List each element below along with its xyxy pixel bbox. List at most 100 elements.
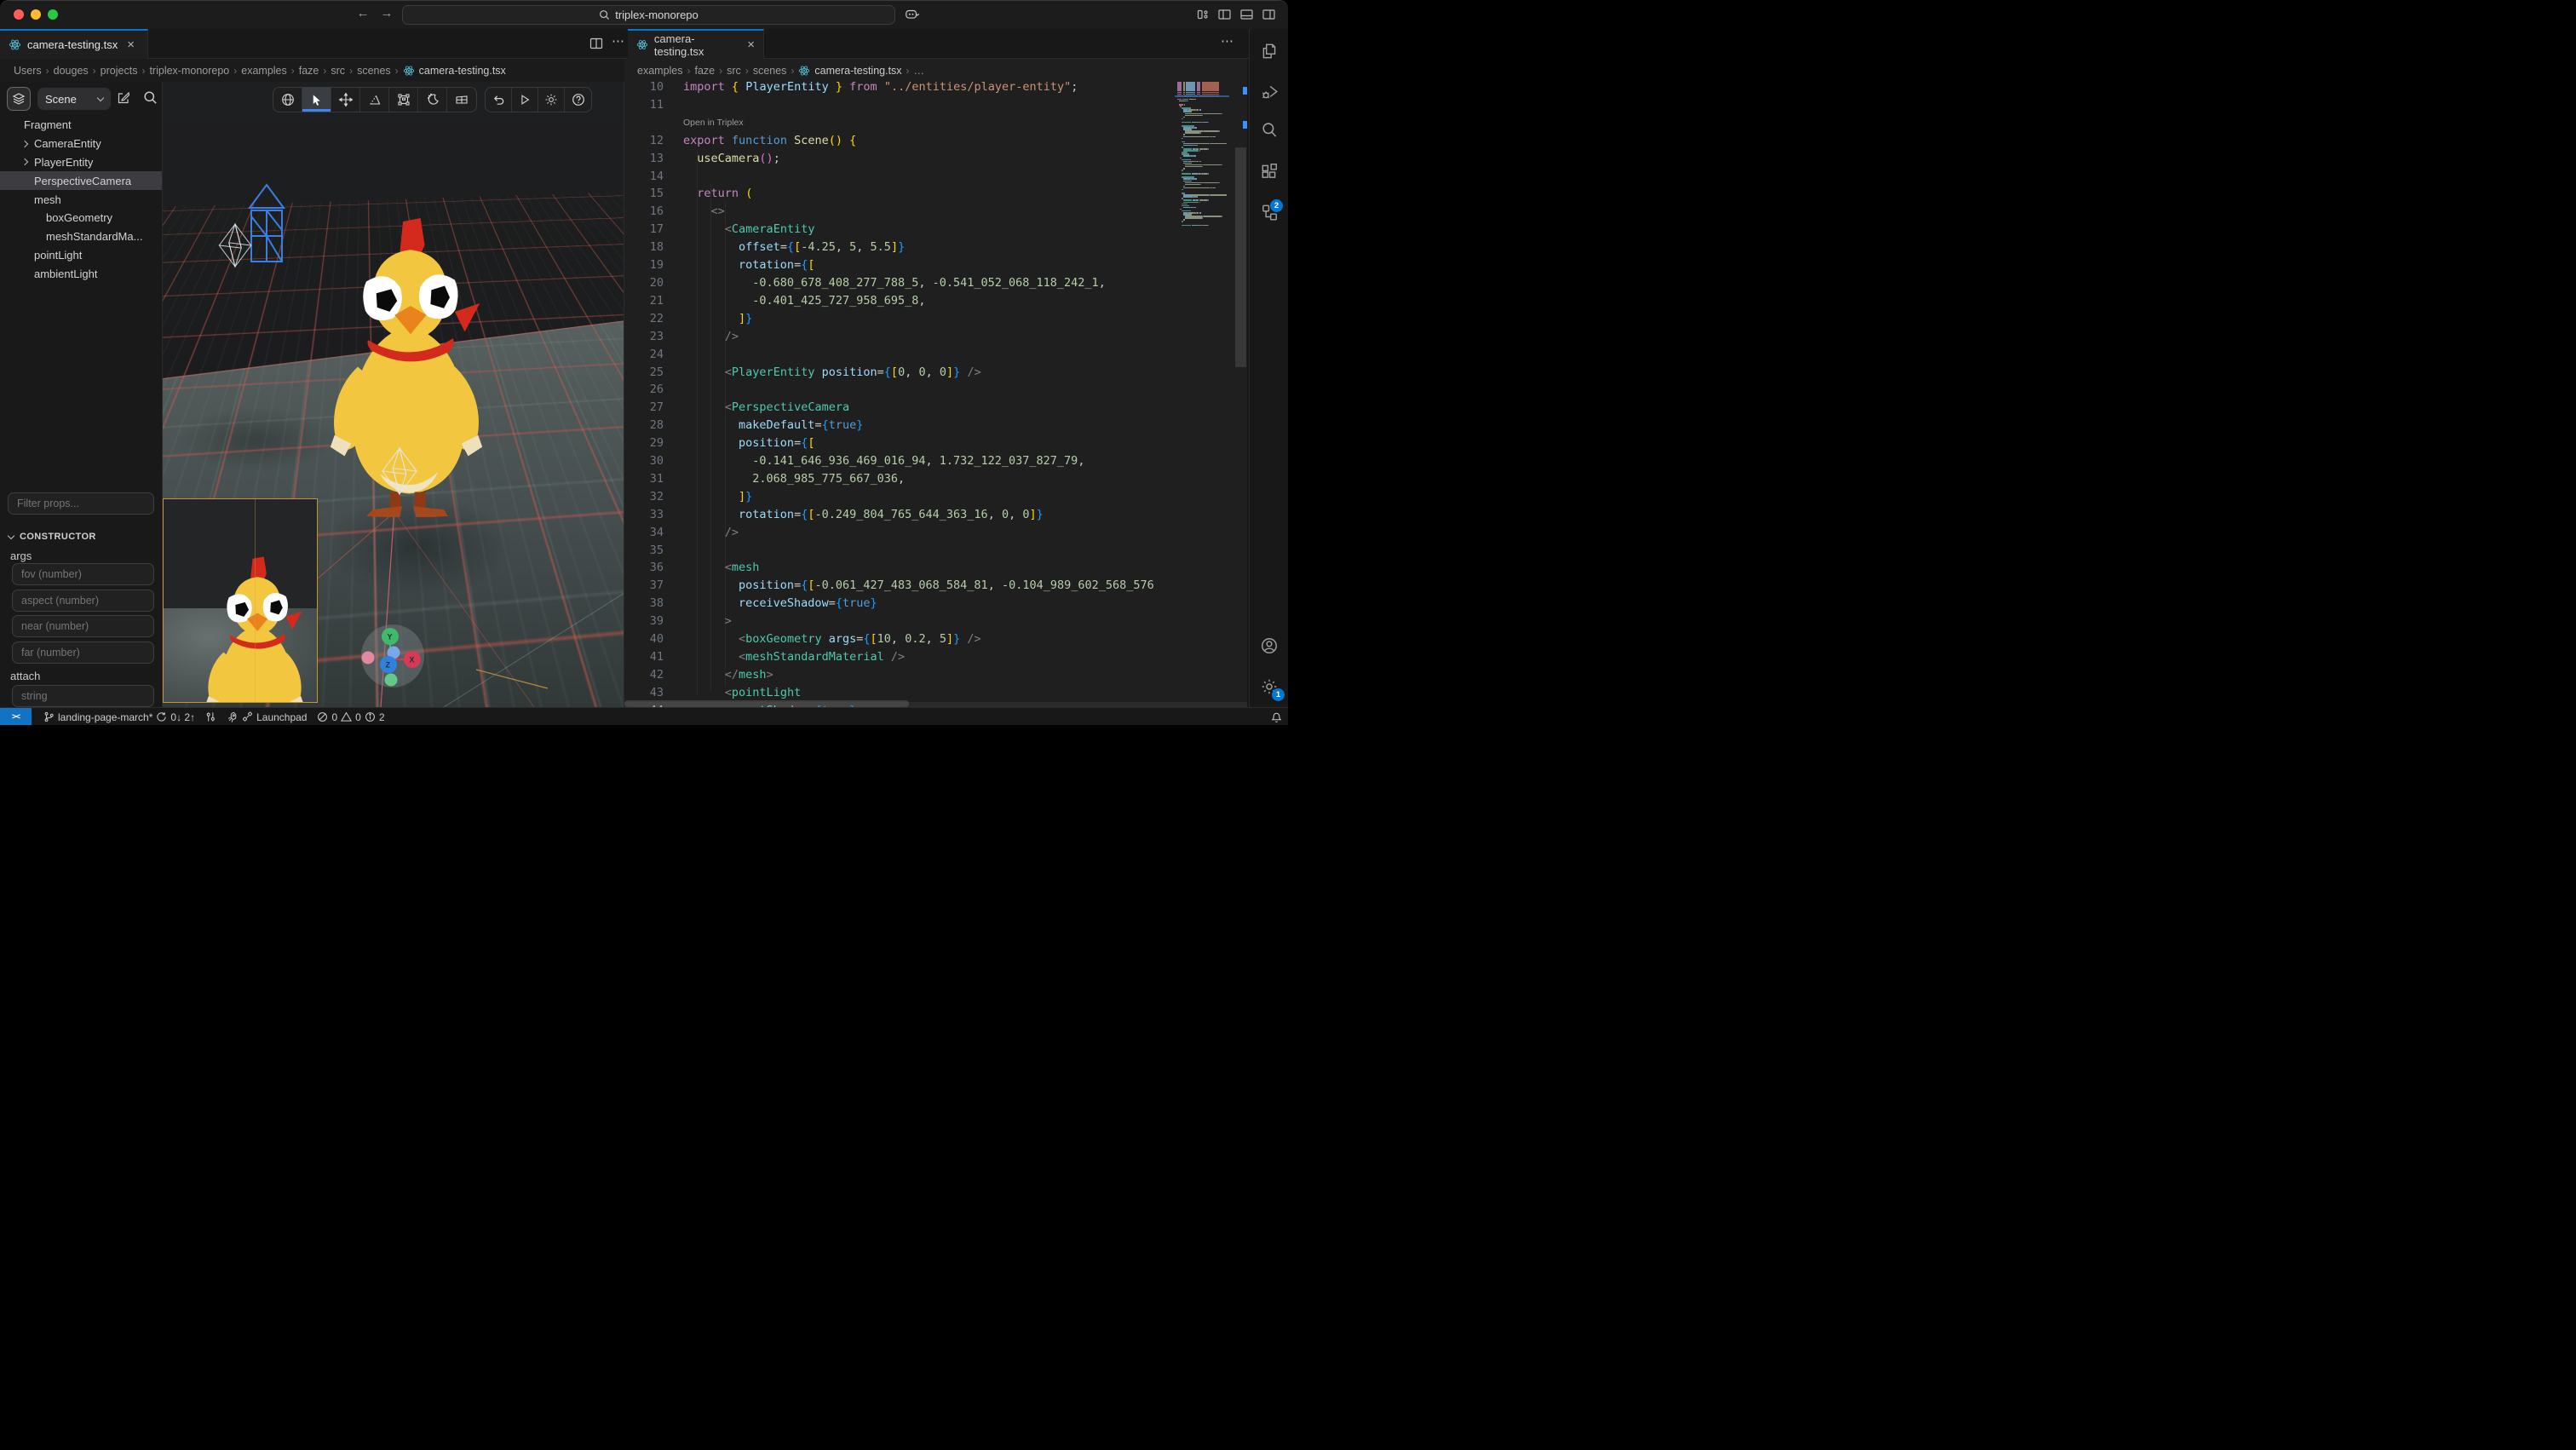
breadcrumb-item[interactable]: Users xyxy=(14,65,42,77)
launchpad-button[interactable]: Launchpad xyxy=(221,708,312,726)
breadcrumb-item[interactable]: faze xyxy=(695,65,716,77)
help-icon[interactable] xyxy=(565,88,591,112)
tree-item-ambientlight[interactable]: ambientLight xyxy=(0,264,163,283)
axis-neg-x[interactable] xyxy=(362,652,375,665)
scale-tool-icon[interactable] xyxy=(389,88,418,112)
breadcrumb[interactable]: examples›faze›src›scenes›camera-testing.… xyxy=(624,59,1247,82)
chevron-right-icon[interactable] xyxy=(22,141,34,147)
tab-camera-testing-right[interactable]: camera-testing.tsx × xyxy=(628,29,764,59)
chevron-down-icon xyxy=(97,94,104,101)
aspect-input[interactable] xyxy=(12,590,154,612)
tree-item-meshstandardma[interactable]: meshStandardMa... xyxy=(0,227,163,246)
breadcrumb-item[interactable]: scenes xyxy=(357,65,391,77)
select-tool-icon[interactable] xyxy=(302,88,331,112)
forward-button[interactable]: → xyxy=(377,6,396,20)
toggle-primary-sidebar-icon[interactable] xyxy=(1217,8,1232,26)
axis-neg-y[interactable] xyxy=(385,674,398,687)
tab-camera-testing-left[interactable]: camera-testing.tsx × xyxy=(0,29,148,59)
breadcrumb-more[interactable]: … xyxy=(914,65,925,77)
tree-item-label: Fragment xyxy=(24,118,72,131)
git-graph-button[interactable] xyxy=(200,708,221,726)
orientation-gizmo[interactable]: Y X Z xyxy=(359,622,427,690)
account-icon[interactable] xyxy=(1260,636,1279,655)
tree-item-perspectivecamera[interactable]: PerspectiveCamera xyxy=(0,171,163,190)
hierarchy-icon[interactable] xyxy=(1260,203,1279,222)
code-editor[interactable]: 10import { PlayerEntity } from "../entit… xyxy=(624,82,1247,707)
edit-scene-icon[interactable] xyxy=(116,90,131,106)
branch-status[interactable]: landing-page-march* 0↓ 2↑ xyxy=(38,708,200,726)
zoom-window-button[interactable] xyxy=(48,9,58,20)
undo-icon[interactable] xyxy=(486,88,512,112)
breadcrumb-item[interactable]: faze xyxy=(299,65,319,77)
attach-input[interactable] xyxy=(12,685,154,707)
point-light-gizmo[interactable] xyxy=(376,446,423,496)
close-tab-icon[interactable]: × xyxy=(747,37,755,52)
command-center-search[interactable]: triplex-monorepo xyxy=(402,5,895,25)
back-button[interactable]: ← xyxy=(354,6,372,20)
chevron-right-icon[interactable] xyxy=(22,159,34,164)
breadcrumb-item[interactable]: src xyxy=(727,65,741,77)
constructor-section-header[interactable]: CONSTRUCTOR xyxy=(9,532,96,542)
customize-layout-icon[interactable] xyxy=(1196,8,1210,26)
tree-item-cameraentity[interactable]: CameraEntity xyxy=(0,135,163,153)
tree-item-boxgeometry[interactable]: boxGeometry xyxy=(0,209,163,227)
rotate-tool-icon[interactable] xyxy=(360,88,389,112)
breadcrumb-item[interactable]: triplex-monorepo xyxy=(149,65,229,77)
breadcrumb[interactable]: Users›douges›projects›triplex-monorepo›e… xyxy=(0,59,624,82)
toggle-secondary-sidebar-icon[interactable] xyxy=(1262,8,1276,26)
translate-tool-icon[interactable] xyxy=(331,88,360,112)
minimize-window-button[interactable] xyxy=(31,9,41,20)
light-gizmo[interactable] xyxy=(217,222,253,268)
breadcrumb-file[interactable]: camera-testing.tsx xyxy=(419,65,506,77)
code-line-42: 42 </mesh> xyxy=(624,666,1247,684)
filter-props-input[interactable] xyxy=(8,492,154,515)
tree-item-fragment[interactable]: Fragment xyxy=(0,116,163,135)
night-mode-icon[interactable] xyxy=(418,88,447,112)
remote-indicator[interactable]: >< xyxy=(0,708,32,726)
code-line-34: 34 /> xyxy=(624,524,1247,542)
breadcrumb-item[interactable]: src xyxy=(331,65,345,77)
breadcrumb-item[interactable]: examples xyxy=(241,65,287,77)
react-file-icon xyxy=(798,65,810,77)
explorer-icon[interactable] xyxy=(1260,42,1279,60)
layers-button[interactable] xyxy=(7,87,31,111)
breadcrumb-file[interactable]: camera-testing.tsx xyxy=(814,65,901,77)
plug-icon xyxy=(242,711,253,722)
search-scene-icon[interactable] xyxy=(143,90,158,105)
attach-label: attach xyxy=(10,670,40,682)
problems-status[interactable]: 0 0 2 xyxy=(312,708,389,726)
camera-frustum-icon[interactable] xyxy=(447,88,476,112)
breadcrumb-item[interactable]: examples xyxy=(637,65,683,77)
toggle-panel-icon[interactable] xyxy=(1239,8,1254,26)
globe-icon[interactable] xyxy=(273,88,302,112)
extensions-icon[interactable] xyxy=(1260,162,1279,181)
3d-viewport[interactable]: Y X Z xyxy=(163,82,624,707)
titlebar: ← → triplex-monorepo xyxy=(0,1,1288,29)
scene-selector-dropdown[interactable]: Scene xyxy=(37,88,111,110)
breadcrumb-item[interactable]: scenes xyxy=(753,65,787,77)
settings-icon[interactable] xyxy=(538,88,565,112)
horizontal-scrollbar[interactable] xyxy=(624,700,909,707)
code-line-10: 10import { PlayerEntity } from "../entit… xyxy=(624,82,1247,96)
fov-input[interactable] xyxy=(12,563,154,585)
run-debug-icon[interactable] xyxy=(1260,83,1279,101)
tree-item-playerentity[interactable]: PlayerEntity xyxy=(0,153,163,172)
tree-item-pointlight[interactable]: pointLight xyxy=(0,246,163,265)
breadcrumb-item[interactable]: projects xyxy=(101,65,138,77)
near-input[interactable] xyxy=(12,615,154,637)
search-icon[interactable] xyxy=(1260,121,1279,140)
breadcrumb-item[interactable]: douges xyxy=(54,65,89,77)
editor-actions-more-icon[interactable]: ⋯ xyxy=(1221,33,1233,49)
play-icon[interactable] xyxy=(512,88,538,112)
code-line-32: 32 ]} xyxy=(624,488,1247,506)
codelens-open-in-triplex[interactable]: Open in Triplex xyxy=(624,114,1247,132)
notifications-bell-icon[interactable] xyxy=(1270,711,1283,725)
far-input[interactable] xyxy=(12,642,154,664)
editor-actions-more-icon[interactable]: ⋯ xyxy=(612,33,624,49)
vertical-scrollbar[interactable] xyxy=(1235,147,1246,367)
close-tab-icon[interactable]: × xyxy=(127,37,135,52)
tree-item-mesh[interactable]: mesh xyxy=(0,190,163,209)
copilot-icon[interactable] xyxy=(905,8,920,26)
close-window-button[interactable] xyxy=(14,9,24,20)
split-editor-icon[interactable] xyxy=(589,37,603,55)
